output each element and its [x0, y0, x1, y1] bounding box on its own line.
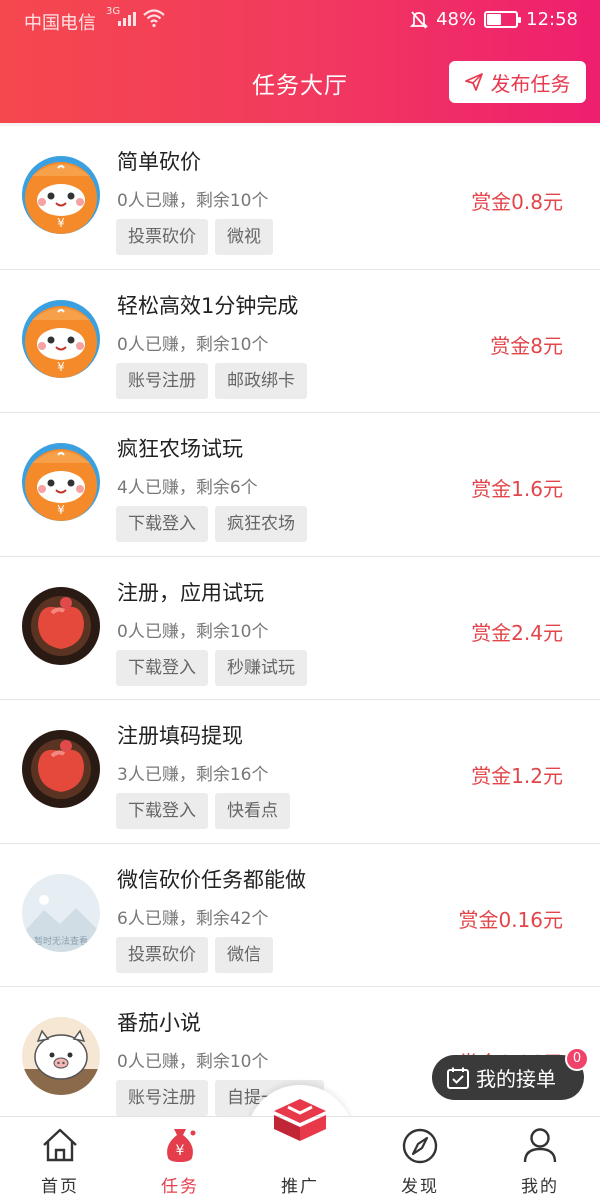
task-tag: 微信: [215, 936, 273, 973]
task-stats: 6人已赚，剩余42个: [117, 908, 269, 929]
battery-icon: [484, 11, 522, 28]
tab-promote-label: 推广: [281, 1177, 319, 1197]
status-bar: 中国电信 3G 48% 12:58: [0, 0, 600, 42]
task-stats: 0人已赚，剩余10个: [117, 1052, 269, 1072]
task-reward: 赏金0.8元: [471, 190, 563, 214]
money-bag-icon: ¥: [167, 1129, 196, 1162]
svg-text:¥: ¥: [57, 216, 65, 230]
task-stats: 0人已赚，剩余10个: [117, 334, 269, 355]
task-stats: 0人已赚，剩余10个: [117, 621, 269, 642]
task-tags: 下载登入 秒赚试玩: [116, 649, 307, 686]
task-title: 疯狂农场试玩: [117, 437, 243, 461]
task-tag: 下载登入: [116, 506, 208, 542]
order-count-badge: 0: [565, 1047, 589, 1071]
my-orders-button[interactable]: 我的接单 0: [432, 1047, 589, 1100]
task-title: 简单砍价: [117, 150, 201, 174]
svg-text:¥: ¥: [176, 1143, 185, 1159]
task-row[interactable]: ¥ 轻松高效1分钟完成 0人已赚，剩余10个账号注册 邮政绑卡 赏金8元: [0, 269, 600, 413]
task-tag: 账号注册: [116, 362, 208, 399]
task-tag: 下载登入: [116, 649, 208, 686]
task-tag: 邮政绑卡: [215, 362, 307, 399]
send-icon: [464, 73, 483, 91]
task-tags: 账号注册 邮政绑卡: [116, 362, 307, 399]
task-reward: 赏金1.6元: [471, 477, 563, 501]
promote-icon: [274, 1099, 326, 1141]
app-header: 中国电信 3G 48% 12:58 任务大厅 发布任务: [0, 0, 600, 123]
task-tag: 下载登入: [116, 793, 208, 829]
tab-promote[interactable]: 推广: [240, 1099, 360, 1200]
task-tags: 投票砍价 微视: [116, 219, 273, 255]
signal-icon: [118, 11, 136, 26]
avatar-placeholder-text: 暂时无法查看: [33, 936, 88, 947]
task-tag: 账号注册: [116, 1080, 208, 1116]
pig-avatar: [22, 1017, 100, 1095]
compass-icon: [402, 1128, 438, 1164]
user-icon: [523, 1128, 557, 1163]
task-title: 注册，应用试玩: [117, 580, 264, 605]
clock: 12:58: [526, 9, 578, 30]
task-row[interactable]: ¥ 疯狂农场试玩 4人已赚，剩余6个下载登入 疯狂农场 赏金1.6元: [0, 413, 600, 557]
task-title: 番茄小说: [117, 1011, 201, 1035]
task-stats: 4人已赚，剩余6个: [117, 478, 258, 498]
task-reward: 赏金2.4元: [471, 620, 563, 645]
orange-mascot-avatar: ¥: [22, 443, 100, 521]
task-title: 轻松高效1分钟完成: [117, 293, 299, 318]
task-list[interactable]: ¥ 简单砍价 0人已赚，剩余10个 投票砍价 微视 赏金0.8元 ¥ 轻松高效1分钟完成…: [0, 126, 600, 1116]
task-row[interactable]: 注册，应用试玩 0人已赚，剩余10个下载登入 秒赚试玩 赏金2.4元: [0, 556, 600, 700]
peach-avatar: [22, 730, 100, 808]
task-tag: 秒赚试玩: [215, 649, 307, 686]
task-tags: 下载登入 快看点: [116, 793, 290, 829]
task-title: 微信砍价任务都能做: [117, 867, 306, 892]
tab-mine[interactable]: 我的: [480, 1117, 600, 1200]
task-tag: 疯狂农场: [215, 506, 307, 542]
placeholder-avatar: 暂时无法查看: [22, 873, 100, 952]
publish-task-label: 发布任务: [490, 71, 571, 96]
home-icon: [43, 1128, 77, 1162]
calendar-check-icon: [447, 1067, 469, 1089]
svg-text:¥: ¥: [57, 360, 65, 374]
task-tag: 快看点: [215, 793, 290, 829]
task-stats: 3人已赚，剩余16个: [117, 765, 269, 785]
task-reward: 赏金8元: [490, 333, 563, 358]
peach-avatar: [22, 586, 100, 665]
tab-tasks[interactable]: ¥ 任务: [120, 1117, 240, 1200]
task-row[interactable]: ¥ 简单砍价 0人已赚，剩余10个投票砍价 微视 赏金0.8元: [0, 126, 600, 270]
tab-discover[interactable]: 发现: [360, 1117, 480, 1200]
orange-mascot-avatar: ¥: [22, 299, 100, 378]
publish-task-button[interactable]: 发布任务: [449, 61, 586, 103]
my-orders-label: 我的接单: [476, 1067, 556, 1091]
wifi-icon: [143, 9, 165, 28]
tab-home[interactable]: 首页: [0, 1117, 120, 1200]
task-tag: 微视: [215, 219, 273, 255]
tab-tasks-label: 任务: [161, 1177, 199, 1197]
task-title: 注册填码提现: [117, 724, 243, 748]
bottom-tab-bar: 首页 ¥ 任务 推广 发现 我的: [0, 1099, 600, 1200]
task-tag: 投票砍价: [116, 219, 208, 255]
task-row[interactable]: 注册填码提现 3人已赚，剩余16个下载登入 快看点 赏金1.2元: [0, 700, 600, 844]
task-stats: 0人已赚，剩余10个: [117, 191, 269, 211]
battery-percent: 48%: [436, 9, 477, 30]
task-row[interactable]: 暂时无法查看 微信砍价任务都能做 6人已赚，剩余42个投票砍价 微信 赏金0.16元: [0, 843, 600, 987]
mute-bell-icon: [410, 10, 429, 29]
task-tags: 下载登入 疯狂农场: [116, 506, 307, 542]
status-right: 48% 12:58: [410, 9, 578, 30]
orange-mascot-avatar: ¥: [22, 156, 100, 234]
carrier-name: 中国电信: [24, 13, 96, 34]
task-reward: 赏金0.16元: [458, 907, 563, 932]
tab-discover-label: 发现: [401, 1177, 439, 1197]
task-tag: 投票砍价: [116, 936, 208, 973]
tab-mine-label: 我的: [521, 1177, 559, 1197]
task-reward: 赏金1.2元: [471, 764, 563, 788]
svg-text:¥: ¥: [57, 503, 65, 517]
tab-home-label: 首页: [41, 1177, 79, 1197]
task-tags: 投票砍价 微信: [116, 936, 273, 973]
